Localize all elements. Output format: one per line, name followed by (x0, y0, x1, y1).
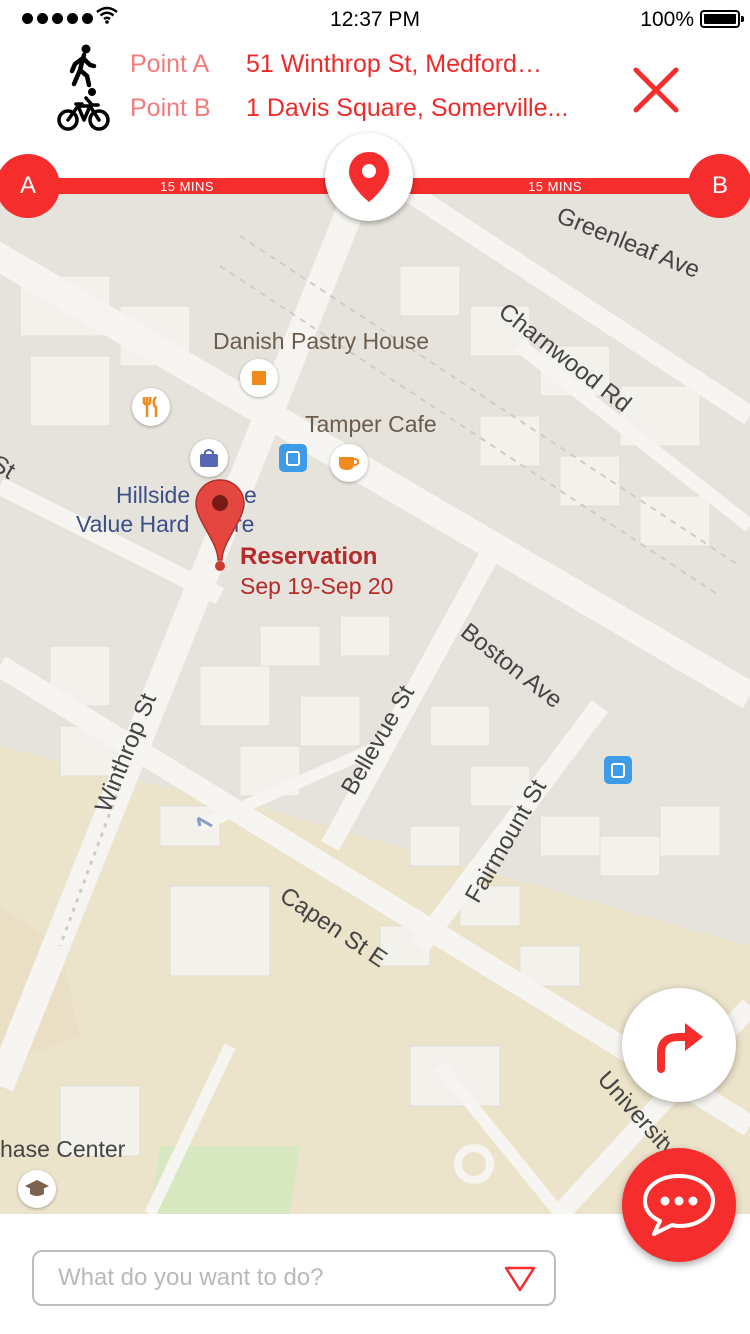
place-hillside-line1[interactable]: Hillside (116, 482, 190, 509)
turn-right-arrow-icon (657, 1023, 703, 1073)
walking-icon (69, 44, 97, 88)
route-point-b[interactable]: Point B 1 Davis Square, Somerville... (0, 88, 620, 132)
reservation-dates: Sep 19-Sep 20 (240, 573, 394, 599)
timeline-start-node[interactable]: A (0, 154, 60, 218)
timeline-location-button[interactable] (325, 133, 413, 221)
dropdown-triangle-icon (504, 1266, 536, 1292)
map-view[interactable]: Danish Pastry House Tamper Cafe Hillside… (0, 186, 750, 1214)
place-hillside-line2[interactable]: Value Hard (76, 511, 189, 538)
status-bar: 12:37 PM 100% (0, 0, 750, 40)
close-icon[interactable] (628, 62, 684, 118)
leg1-duration: 15 MINS (160, 179, 215, 194)
restaurant-poi-icon[interactable] (132, 388, 170, 426)
battery-percentage: 100% (640, 8, 694, 31)
place-tamper-cafe[interactable]: Tamper Cafe (305, 411, 437, 438)
route-point-a[interactable]: Point A 51 Winthrop St, Medford… (0, 44, 620, 88)
action-dropdown[interactable]: What do you want to do? (32, 1250, 556, 1306)
school-poi-icon[interactable] (18, 1170, 56, 1208)
cafe-poi-icon[interactable] (330, 444, 368, 482)
bus-stop-icon[interactable] (604, 756, 632, 784)
bus-stop-icon[interactable] (279, 444, 307, 472)
timeline-end-node[interactable]: B (688, 154, 750, 218)
chat-button[interactable] (622, 1148, 736, 1262)
place-chase-center[interactable]: hase Center (0, 1136, 125, 1163)
status-time: 12:37 PM (330, 8, 420, 31)
chat-bubble-icon (643, 1174, 715, 1236)
place-danish-pastry-house[interactable]: Danish Pastry House (213, 328, 429, 355)
point-a-label: Point A (130, 50, 210, 78)
point-a-address: 51 Winthrop St, Medford… (246, 50, 542, 78)
leg2-duration: 15 MINS (528, 179, 583, 194)
battery-icon (700, 10, 744, 28)
reservation-title: Reservation (240, 543, 378, 570)
directions-button[interactable] (622, 988, 736, 1102)
location-pin-icon (349, 152, 389, 202)
point-b-address: 1 Davis Square, Somerville... (246, 94, 569, 122)
point-b-label: Point B (130, 94, 211, 122)
route-timeline: 15 MINS 15 MINS A B (0, 133, 750, 226)
bicycle-icon (57, 88, 110, 131)
bakery-poi-icon[interactable] (240, 359, 278, 397)
arrow-marker-icon (196, 816, 213, 828)
shopping-poi-icon[interactable] (190, 439, 228, 477)
action-dropdown-placeholder: What do you want to do? (58, 1264, 324, 1291)
